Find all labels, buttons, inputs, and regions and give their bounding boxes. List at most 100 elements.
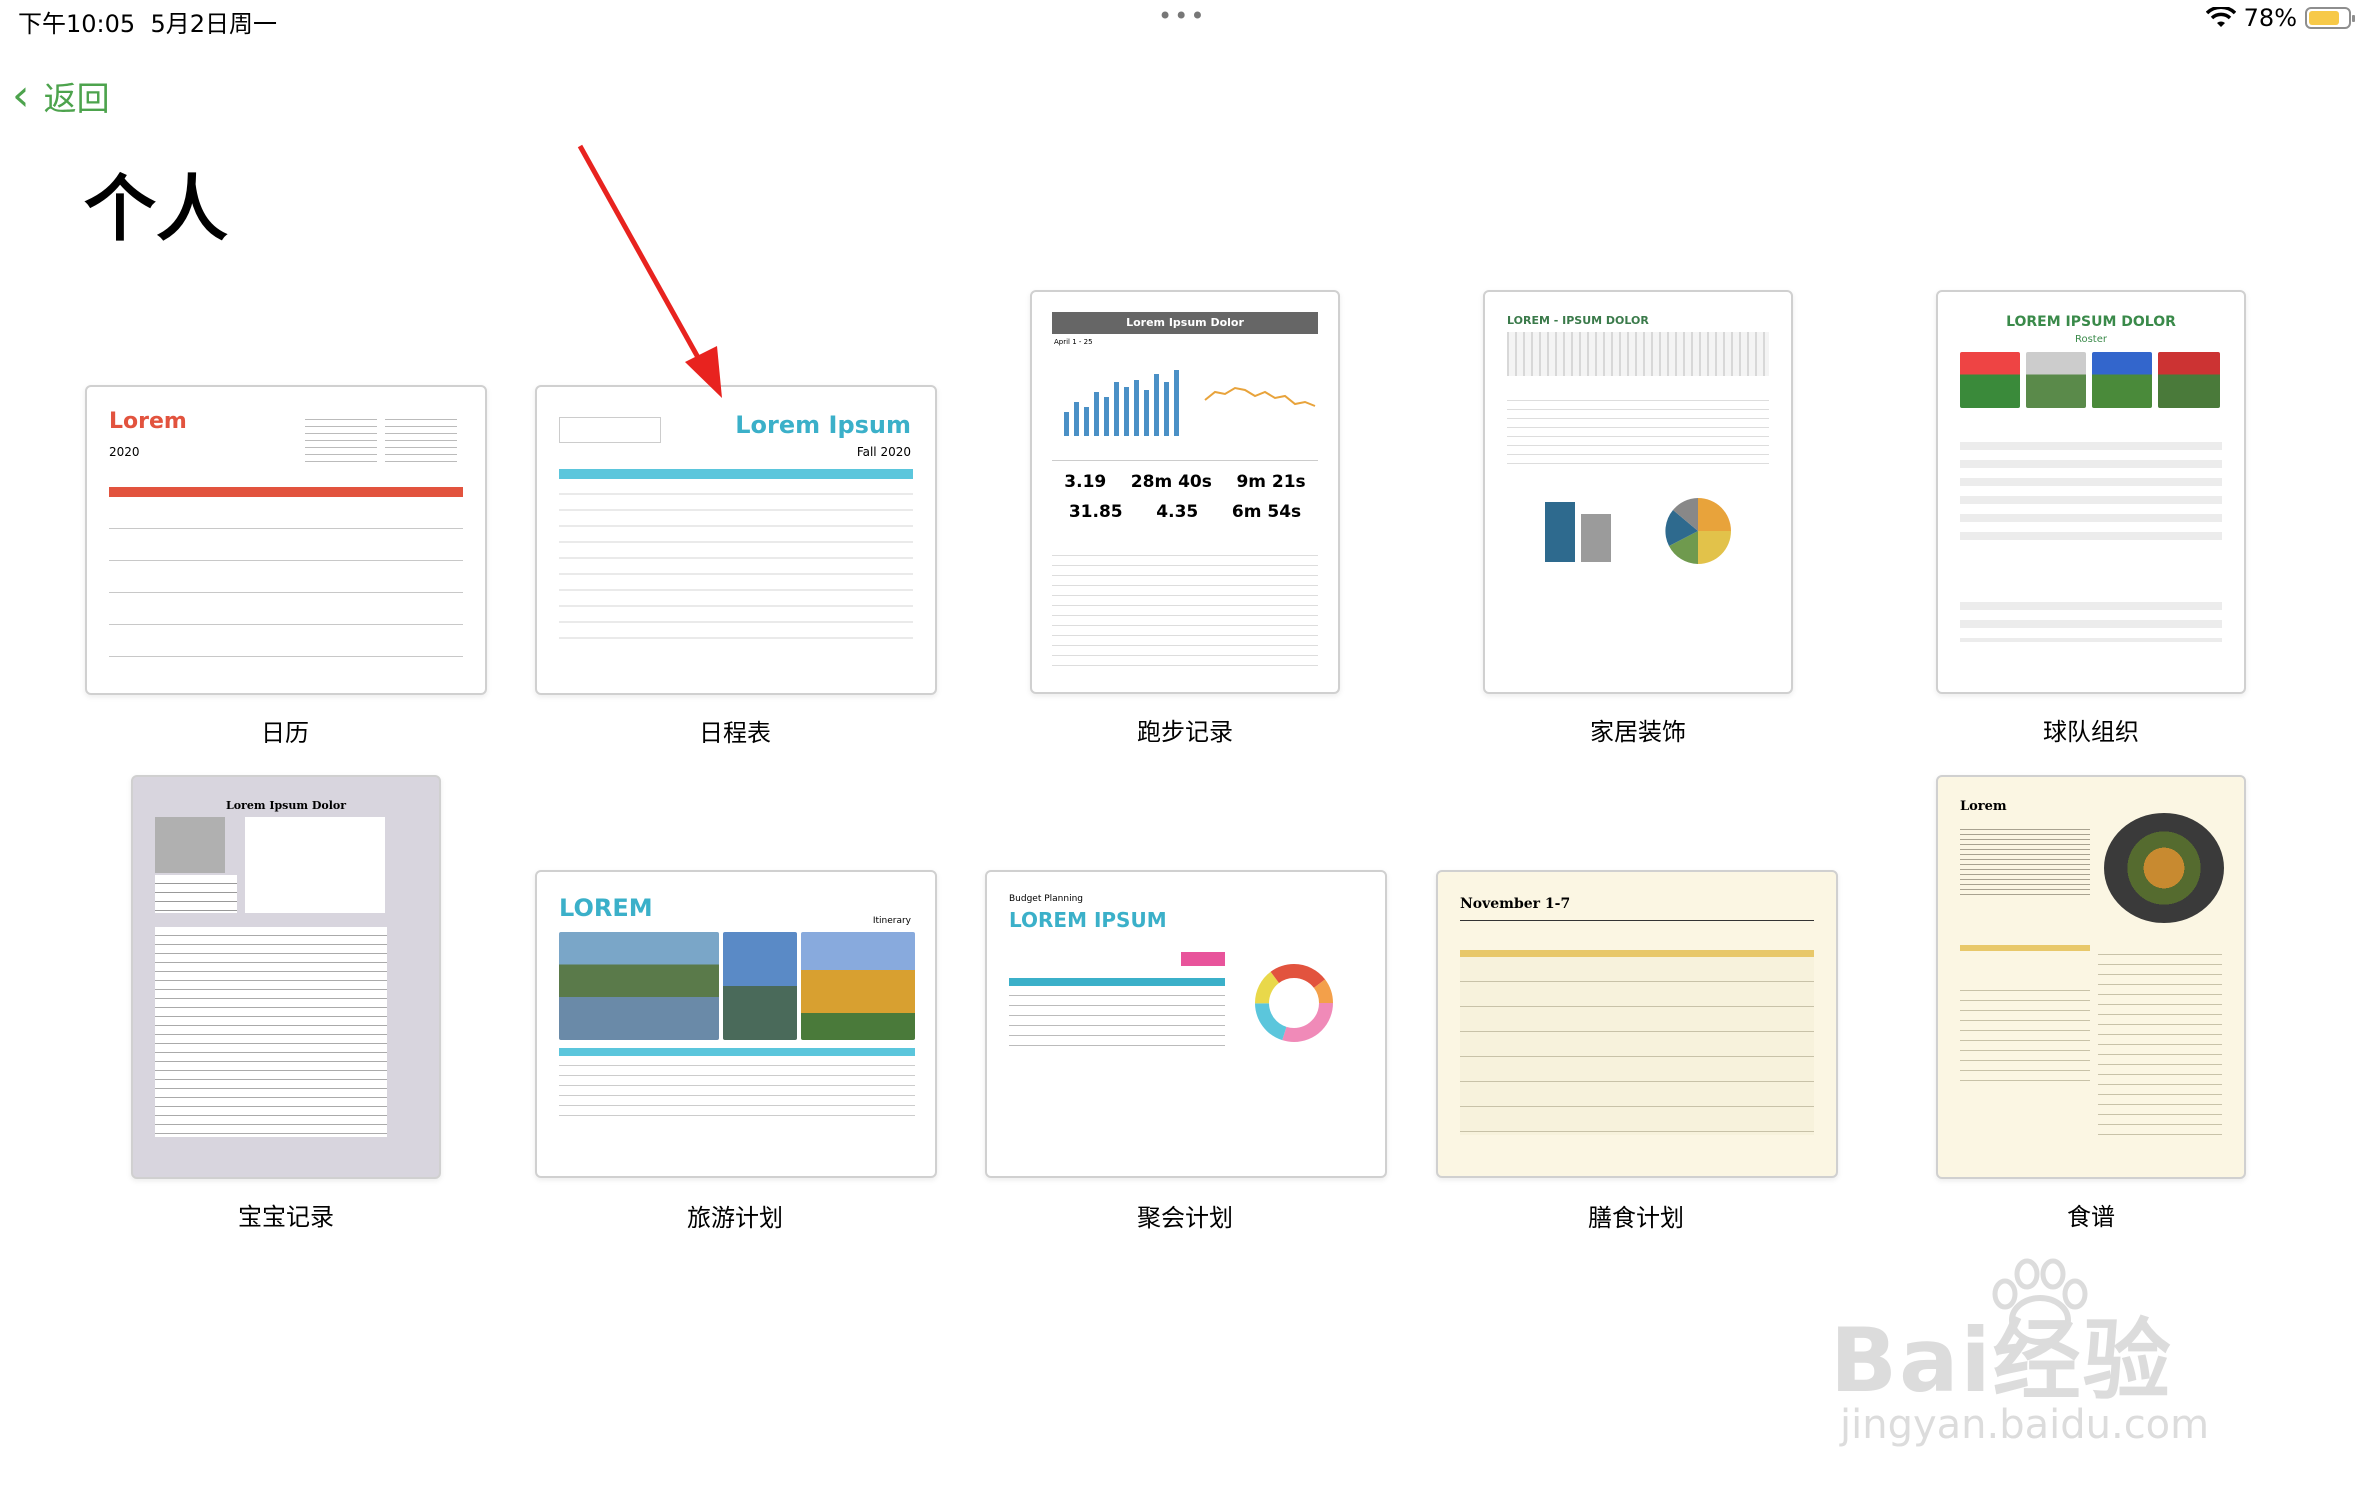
watermark-url: jingyan.baidu.com <box>1840 1402 2210 1448</box>
template-label: 宝宝记录 <box>238 1203 334 1231</box>
baby-info <box>155 875 237 913</box>
template-label: 旅游计划 <box>687 1204 783 1232</box>
stat-value: 31.85 <box>1068 502 1123 522</box>
template-thumbnail: LOREM - IPSUM DOLOR <box>1483 290 1793 694</box>
stat-value: 9m 21s <box>1236 472 1306 492</box>
weekday-header <box>109 487 463 497</box>
template-label: 食谱 <box>2067 1203 2115 1231</box>
baby-photo <box>155 817 225 873</box>
template-thumbnail: November 1-7 <box>1436 870 1838 1178</box>
shopping-list <box>2098 945 2222 1141</box>
back-button[interactable]: ‹ 返回 <box>12 72 110 120</box>
template-label: 聚会计划 <box>1137 1204 1233 1232</box>
budget-table <box>1009 986 1225 1052</box>
thumb-title: November 1-7 <box>1460 896 1571 912</box>
recipe-intro <box>1960 825 2090 895</box>
template-home-improvement[interactable]: LOREM - IPSUM DOLOR 家居装饰 <box>1483 290 1793 755</box>
roster-table <box>1960 432 2222 542</box>
budget-header <box>1009 978 1225 986</box>
template-schedule[interactable]: Lorem Ipsum Fall 2020 日程表 <box>535 385 937 755</box>
template-label: 日历 <box>261 719 309 747</box>
itinerary-header <box>559 1048 915 1056</box>
lighthouse-photo <box>723 932 797 1040</box>
schedule-grid <box>559 479 913 639</box>
template-label: 家居装饰 <box>1590 718 1686 746</box>
time-boxes <box>559 417 661 443</box>
meal-table <box>1460 957 1814 1135</box>
stats-row-1: 3.19 28m 40s 9m 21s <box>1052 472 1318 492</box>
recipe-header <box>1960 945 2090 951</box>
mini-calendar <box>305 413 377 467</box>
thumb-subtitle: Itinerary <box>872 916 911 926</box>
thumb-subtitle: April 1 - 25 <box>1054 338 1093 346</box>
wifi-icon <box>2205 7 2236 27</box>
template-thumbnail: Lorem Ipsum Fall 2020 <box>535 385 937 695</box>
template-team-roster[interactable]: LOREM IPSUM DOLOR Roster 球队组织 <box>1936 290 2246 755</box>
status-right: 78% <box>2205 4 2355 32</box>
template-party-planner[interactable]: Budget Planning LOREM IPSUM 聚会计划 <box>985 870 1387 1235</box>
ingredients-table <box>1960 981 2090 1081</box>
template-thumbnail: Lorem 2020 <box>85 385 487 695</box>
status-bar: 下午10:05 5月2日周一 ••• 78% <box>0 0 2373 44</box>
dish-photo <box>2104 813 2224 923</box>
thumb-title: LOREM <box>559 894 653 922</box>
thumb-title: Lorem Ipsum Dolor <box>225 799 347 812</box>
actual-bar <box>1581 514 1611 562</box>
template-thumbnail: Lorem Ipsum Dolor <box>131 775 441 1179</box>
template-thumbnail: Lorem <box>1936 775 2246 1179</box>
thumb-title: LOREM - IPSUM DOLOR <box>1507 314 1649 327</box>
watermark-logo: Bai经验 jingyan.baidu.com <box>1830 1258 2260 1460</box>
stat-value: 6m 54s <box>1231 502 1302 522</box>
record-table <box>155 927 387 1137</box>
stat-value: 4.35 <box>1156 502 1199 522</box>
thumb-title: LOREM IPSUM DOLOR <box>2006 314 2176 330</box>
template-thumbnail: LOREM IPSUM DOLOR Roster <box>1936 290 2246 694</box>
itinerary-table <box>559 1056 915 1120</box>
thumb-subtitle: 2020 <box>109 445 140 459</box>
page-title: 个人 <box>84 167 229 251</box>
thumb-subtitle: LOREM IPSUM <box>1009 908 1167 932</box>
battery-icon <box>2305 7 2355 29</box>
team-photo <box>1960 352 2020 408</box>
template-label: 膳食计划 <box>1588 1204 1684 1232</box>
run-table <box>1052 546 1318 672</box>
template-label: 日程表 <box>699 719 771 747</box>
thumb-title: Lorem Ipsum Dolor <box>1052 312 1318 334</box>
flowers-photo <box>801 932 915 1040</box>
back-label: 返回 <box>43 79 110 118</box>
mini-calendar <box>385 413 457 467</box>
template-label: 跑步记录 <box>1137 718 1233 746</box>
weekday-header <box>559 469 913 479</box>
multitasking-dots-icon[interactable]: ••• <box>1158 2 1206 30</box>
template-thumbnail: Budget Planning LOREM IPSUM <box>985 870 1387 1178</box>
template-thumbnail: LOREM Itinerary <box>535 870 937 1178</box>
thumb-subtitle: Fall 2020 <box>856 445 911 459</box>
team-photo <box>2026 352 2086 408</box>
chevron-left-icon: ‹ <box>12 70 30 121</box>
template-running-log[interactable]: Lorem Ipsum Dolor April 1 - 25 3.19 28m … <box>1030 290 1340 755</box>
divider <box>1460 920 1814 921</box>
thumb-subtitle: Roster <box>2074 334 2107 345</box>
meal-header <box>1460 950 1814 957</box>
watermark-text: Bai经验 <box>1830 1309 2173 1412</box>
template-thumbnail: Lorem Ipsum Dolor April 1 - 25 3.19 28m … <box>1030 290 1340 694</box>
status-time: 下午10:05 5月2日周一 <box>18 10 277 38</box>
cost-pie-chart <box>1665 498 1731 564</box>
team-photo <box>2158 352 2220 408</box>
divider <box>1052 460 1318 461</box>
template-meal-planner[interactable]: November 1-7 膳食计划 <box>1436 870 1838 1235</box>
battery-percent: 78% <box>2243 4 2297 32</box>
distance-bar-chart <box>1064 370 1179 436</box>
template-calendar[interactable]: Lorem 2020 日历 <box>85 385 487 755</box>
template-travel-planner[interactable]: LOREM Itinerary 旅游计划 <box>535 870 937 1235</box>
template-recipe[interactable]: Lorem 食谱 <box>1936 775 2246 1235</box>
coast-photo <box>559 932 719 1040</box>
stat-value: 3.19 <box>1064 472 1107 492</box>
management-table <box>1960 592 2222 642</box>
stat-value: 28m 40s <box>1130 472 1212 492</box>
budget-donut-chart <box>1255 964 1333 1042</box>
guest-count <box>1181 952 1225 966</box>
template-baby-record[interactable]: Lorem Ipsum Dolor 宝宝记录 <box>131 775 441 1235</box>
thumb-title: Budget Planning <box>1009 894 1083 904</box>
thumb-title: Lorem <box>109 409 187 434</box>
